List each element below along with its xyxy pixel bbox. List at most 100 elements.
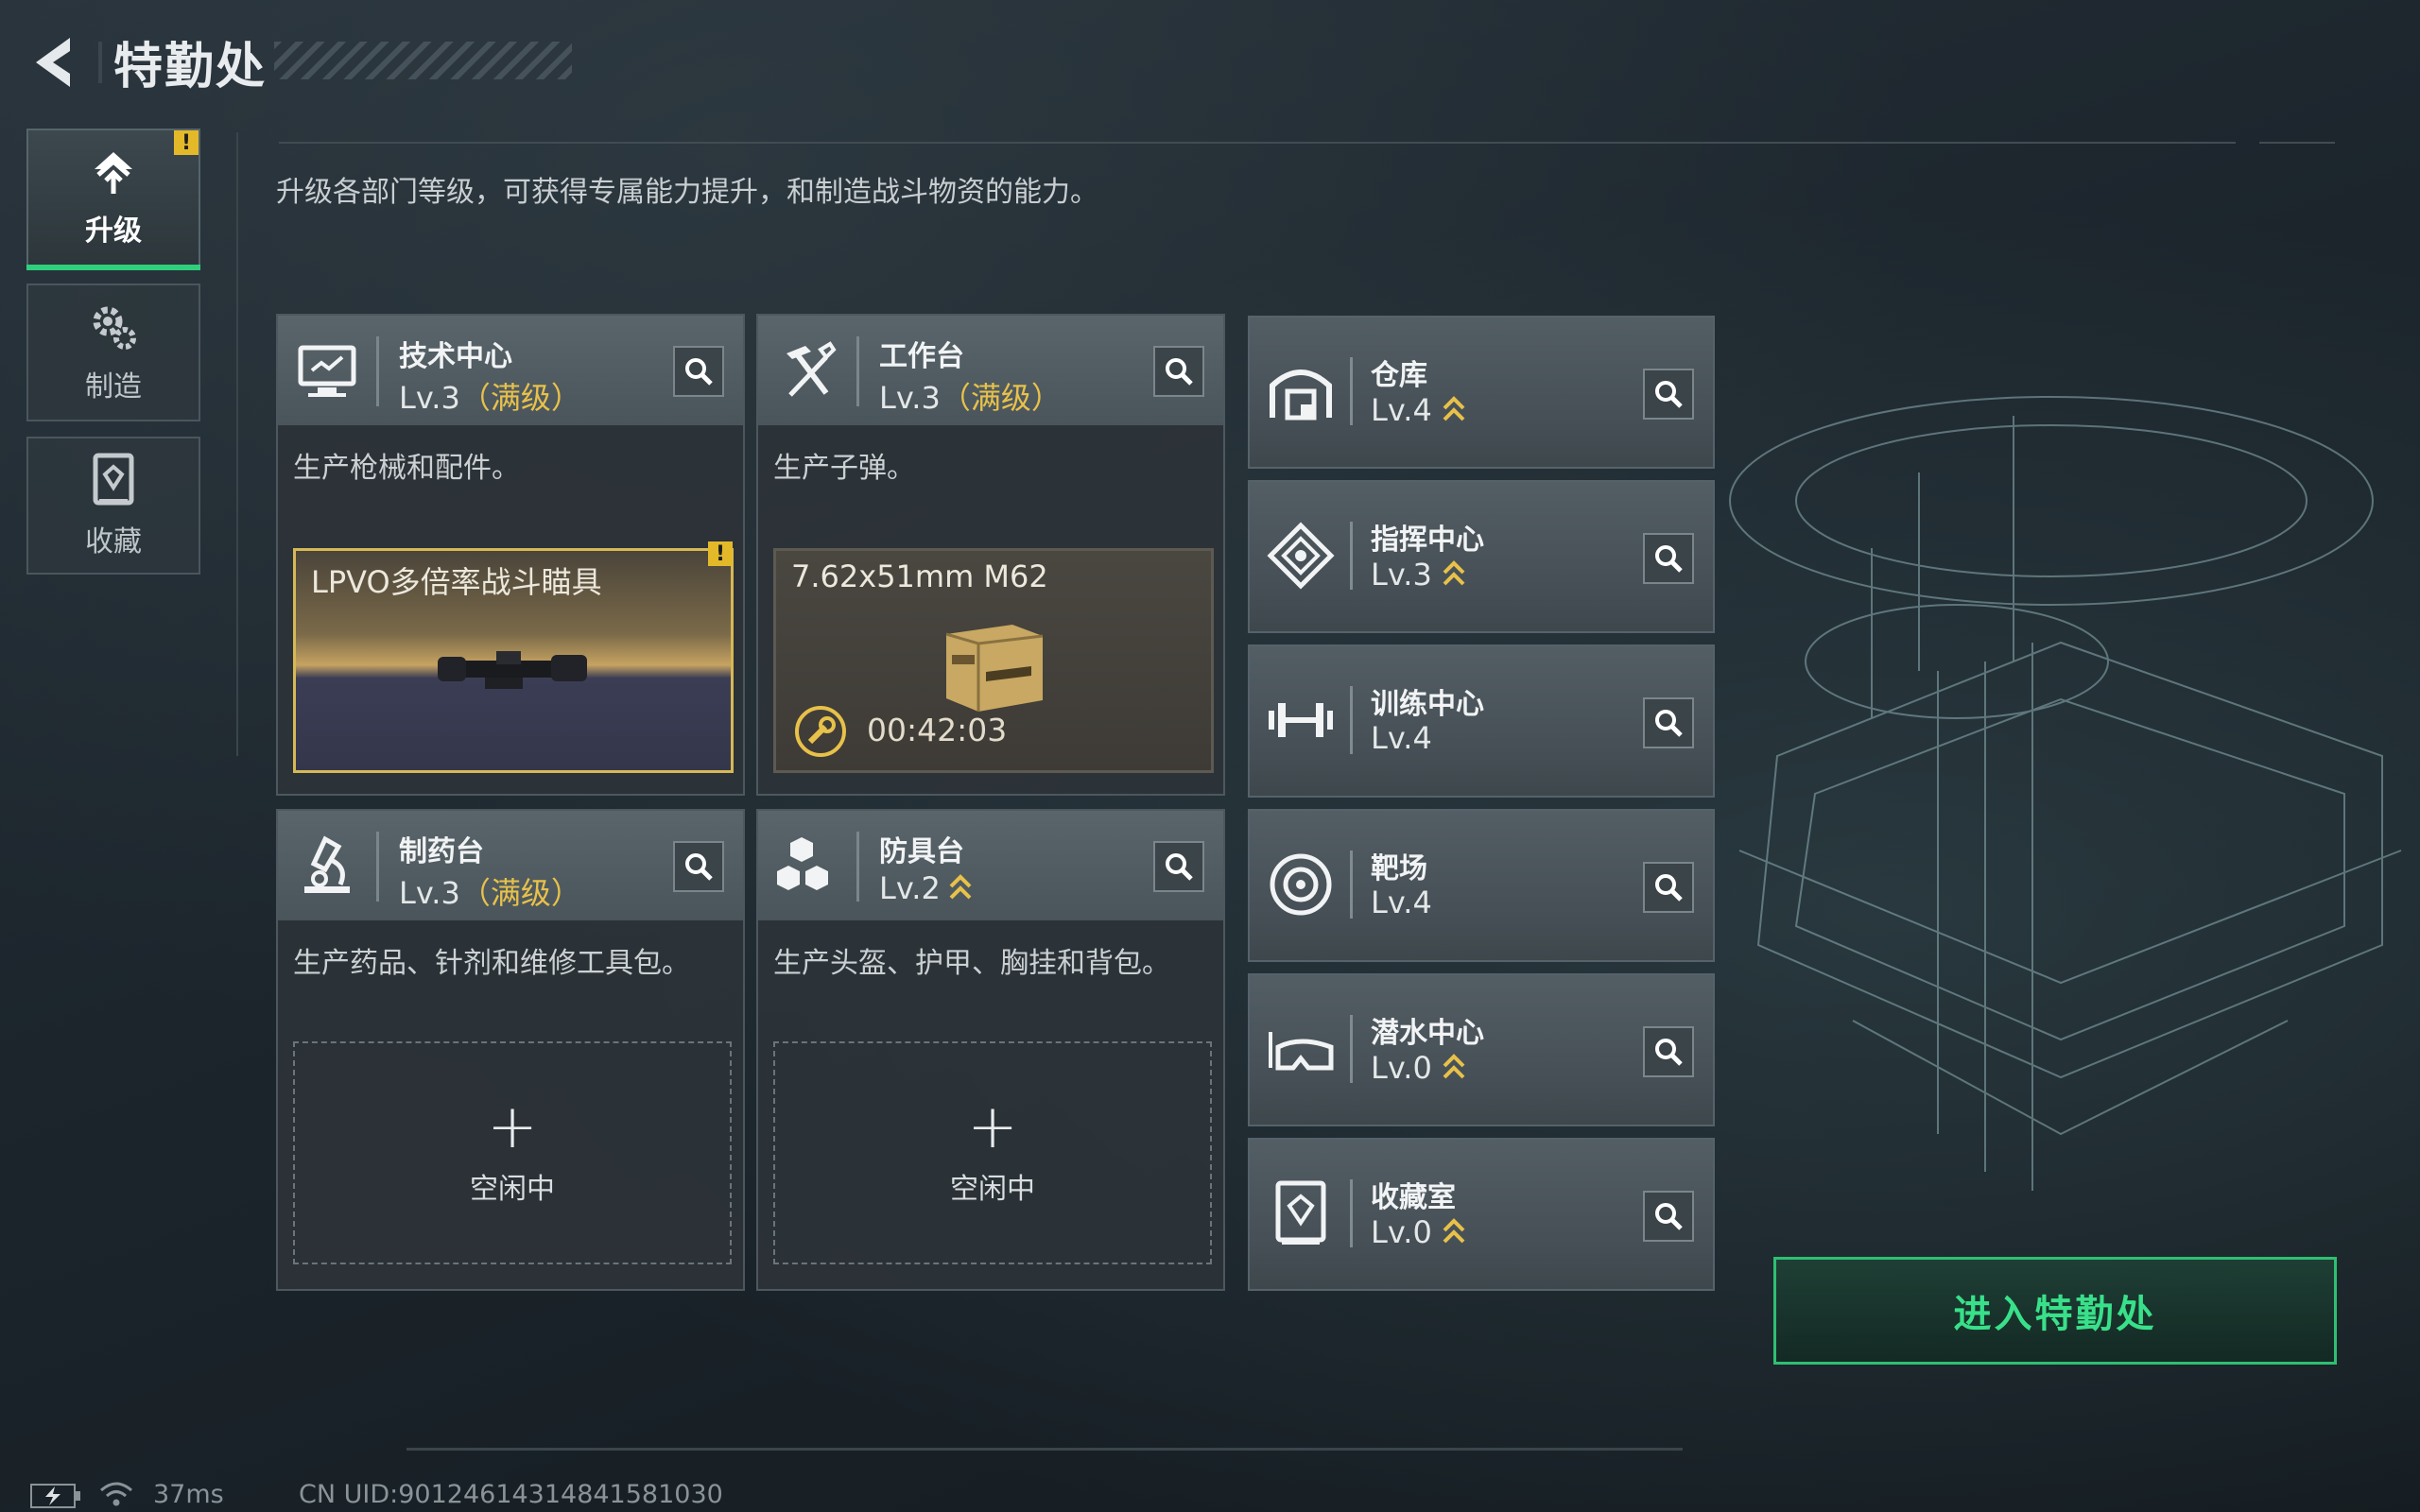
search-icon <box>1655 1203 1683 1230</box>
row-level: Lv.0 <box>1371 1213 1466 1251</box>
card-description: 生产药品、针剂和维修工具包。 <box>293 947 690 980</box>
production-timer: 00:42:03 <box>867 712 1008 748</box>
dept-row-command-center[interactable]: 指挥中心 Lv.3 <box>1248 480 1715 633</box>
back-arrow-icon <box>36 38 70 87</box>
idle-production-slot[interactable]: + 空闲中 <box>773 1041 1212 1264</box>
title-hatch-decoration <box>274 42 572 79</box>
alert-badge: ! <box>708 541 733 566</box>
row-name: 训练中心 <box>1371 688 1484 721</box>
upgrade-chevron-icon <box>1443 396 1465 421</box>
dept-row-warehouse[interactable]: 仓库 Lv.4 <box>1248 316 1715 469</box>
production-item-name: 7.62x51mm M62 <box>791 558 1048 594</box>
search-button[interactable] <box>1643 697 1694 748</box>
dept-card-tech-center[interactable]: 技术中心 Lv.3（满级） 生产枪械和配件。 LPVO多倍率战斗瞄具 ! <box>276 314 745 796</box>
alert-badge: ! <box>174 130 199 155</box>
tools-icon <box>786 341 837 397</box>
row-divider <box>1350 357 1353 425</box>
left-rail-divider <box>236 132 238 756</box>
search-button[interactable] <box>1643 1026 1694 1077</box>
back-button[interactable] <box>25 28 85 96</box>
row-divider <box>1350 1015 1353 1083</box>
bottom-divider <box>406 1448 1683 1451</box>
dept-card-workbench[interactable]: 工作台 Lv.3（满级） 生产子弹。 7.62x51mm M62 00:42:0… <box>756 314 1225 796</box>
card-divider <box>376 336 379 406</box>
scope-image <box>438 651 587 689</box>
card-name: 工作台 <box>879 340 964 373</box>
card-divider <box>376 832 379 902</box>
dept-row-diving-center[interactable]: 潜水中心 Lv.0 <box>1248 973 1715 1126</box>
tab-craft[interactable]: 制造 <box>26 284 200 421</box>
card-divider <box>856 336 859 406</box>
armor-icon <box>777 837 828 890</box>
card-description: 生产子弹。 <box>773 452 915 485</box>
production-item-name: LPVO多倍率战斗瞄具 <box>311 564 602 600</box>
search-icon <box>1655 545 1683 573</box>
search-icon <box>685 358 713 386</box>
tab-upgrade[interactable]: 升级 ! <box>26 129 200 270</box>
search-icon <box>1655 381 1683 408</box>
ping-latency: 37ms <box>153 1480 224 1509</box>
row-divider <box>1350 850 1353 919</box>
enter-button-label: 进入特勤处 <box>1953 1293 2157 1336</box>
row-divider <box>1350 522 1353 590</box>
idle-status: 空闲中 <box>950 1173 1035 1206</box>
production-slot-scope[interactable]: LPVO多倍率战斗瞄具 ! <box>293 541 734 773</box>
production-slot-ammo[interactable]: 7.62x51mm M62 00:42:03 <box>773 548 1214 773</box>
search-button[interactable] <box>1643 533 1694 584</box>
level-value: Lv.4 <box>1371 720 1432 756</box>
dept-card-armor[interactable]: 防具台 Lv.2 生产头盔、护甲、胸挂和背包。 + 空闲中 <box>756 809 1225 1291</box>
row-level: Lv.4 <box>1371 391 1466 429</box>
page-description: 升级各部门等级，可获得专属能力提升，和制造战斗物资的能力。 <box>276 176 1098 209</box>
upgrade-chevron-icon <box>1443 560 1465 586</box>
card-description: 生产枪械和配件。 <box>293 452 520 485</box>
search-button[interactable] <box>1643 1191 1694 1242</box>
tab-upgrade-label: 升级 <box>85 215 142 248</box>
row-level: Lv.3 <box>1371 556 1466 593</box>
max-level-tag: （满级） <box>940 380 1062 416</box>
card-name: 防具台 <box>879 835 964 868</box>
search-button[interactable] <box>1643 862 1694 913</box>
card-level: Lv.2 <box>879 869 973 907</box>
collection-icon <box>93 453 134 506</box>
level-value: Lv.4 <box>1371 885 1432 920</box>
search-button[interactable] <box>673 841 724 892</box>
row-level: Lv.4 <box>1371 720 1432 756</box>
max-level-tag: （满级） <box>459 380 581 416</box>
search-button[interactable] <box>1153 841 1204 892</box>
microscope-icon <box>304 835 350 893</box>
tab-collection[interactable]: 收藏 <box>26 437 200 575</box>
search-button[interactable] <box>1153 346 1204 397</box>
tab-collection-label: 收藏 <box>85 525 142 558</box>
card-level: Lv.3（满级） <box>399 869 581 913</box>
card-divider <box>856 832 859 902</box>
row-name: 潜水中心 <box>1371 1017 1484 1050</box>
target-icon <box>1270 853 1332 916</box>
search-button[interactable] <box>1643 369 1694 420</box>
search-icon <box>1655 710 1683 737</box>
card-name: 制药台 <box>399 835 484 868</box>
dept-row-shooting-range[interactable]: 靶场 Lv.4 <box>1248 809 1715 962</box>
max-level-tag: （满级） <box>459 875 581 911</box>
enter-headquarters-button[interactable]: 进入特勤处 <box>1773 1257 2337 1365</box>
card-level: Lv.3（满级） <box>399 374 581 418</box>
battery-icon <box>30 1484 80 1508</box>
row-divider <box>1350 1179 1353 1247</box>
add-plus-icon: + <box>487 1092 538 1162</box>
dumbbell-icon <box>1269 703 1333 737</box>
search-icon <box>1166 853 1193 881</box>
upgrade-chevron-icon <box>1443 1054 1465 1079</box>
row-level: Lv.4 <box>1371 885 1432 920</box>
row-name: 指挥中心 <box>1371 524 1484 557</box>
dept-card-pharmacy[interactable]: 制药台 Lv.3（满级） 生产药品、针剂和维修工具包。 + 空闲中 <box>276 809 745 1291</box>
card-name: 技术中心 <box>399 340 512 373</box>
top-divider <box>279 142 2236 144</box>
idle-production-slot[interactable]: + 空闲中 <box>293 1041 732 1264</box>
dept-row-training-center[interactable]: 训练中心 Lv.4 <box>1248 644 1715 798</box>
search-icon <box>685 853 713 881</box>
search-button[interactable] <box>673 346 724 397</box>
row-name: 收藏室 <box>1371 1181 1456 1214</box>
dept-row-collection-room[interactable]: 收藏室 Lv.0 <box>1248 1138 1715 1291</box>
top-divider-end <box>2259 142 2335 144</box>
diving-mask-icon <box>1269 1032 1334 1071</box>
level-value: Lv.0 <box>1371 1050 1432 1086</box>
